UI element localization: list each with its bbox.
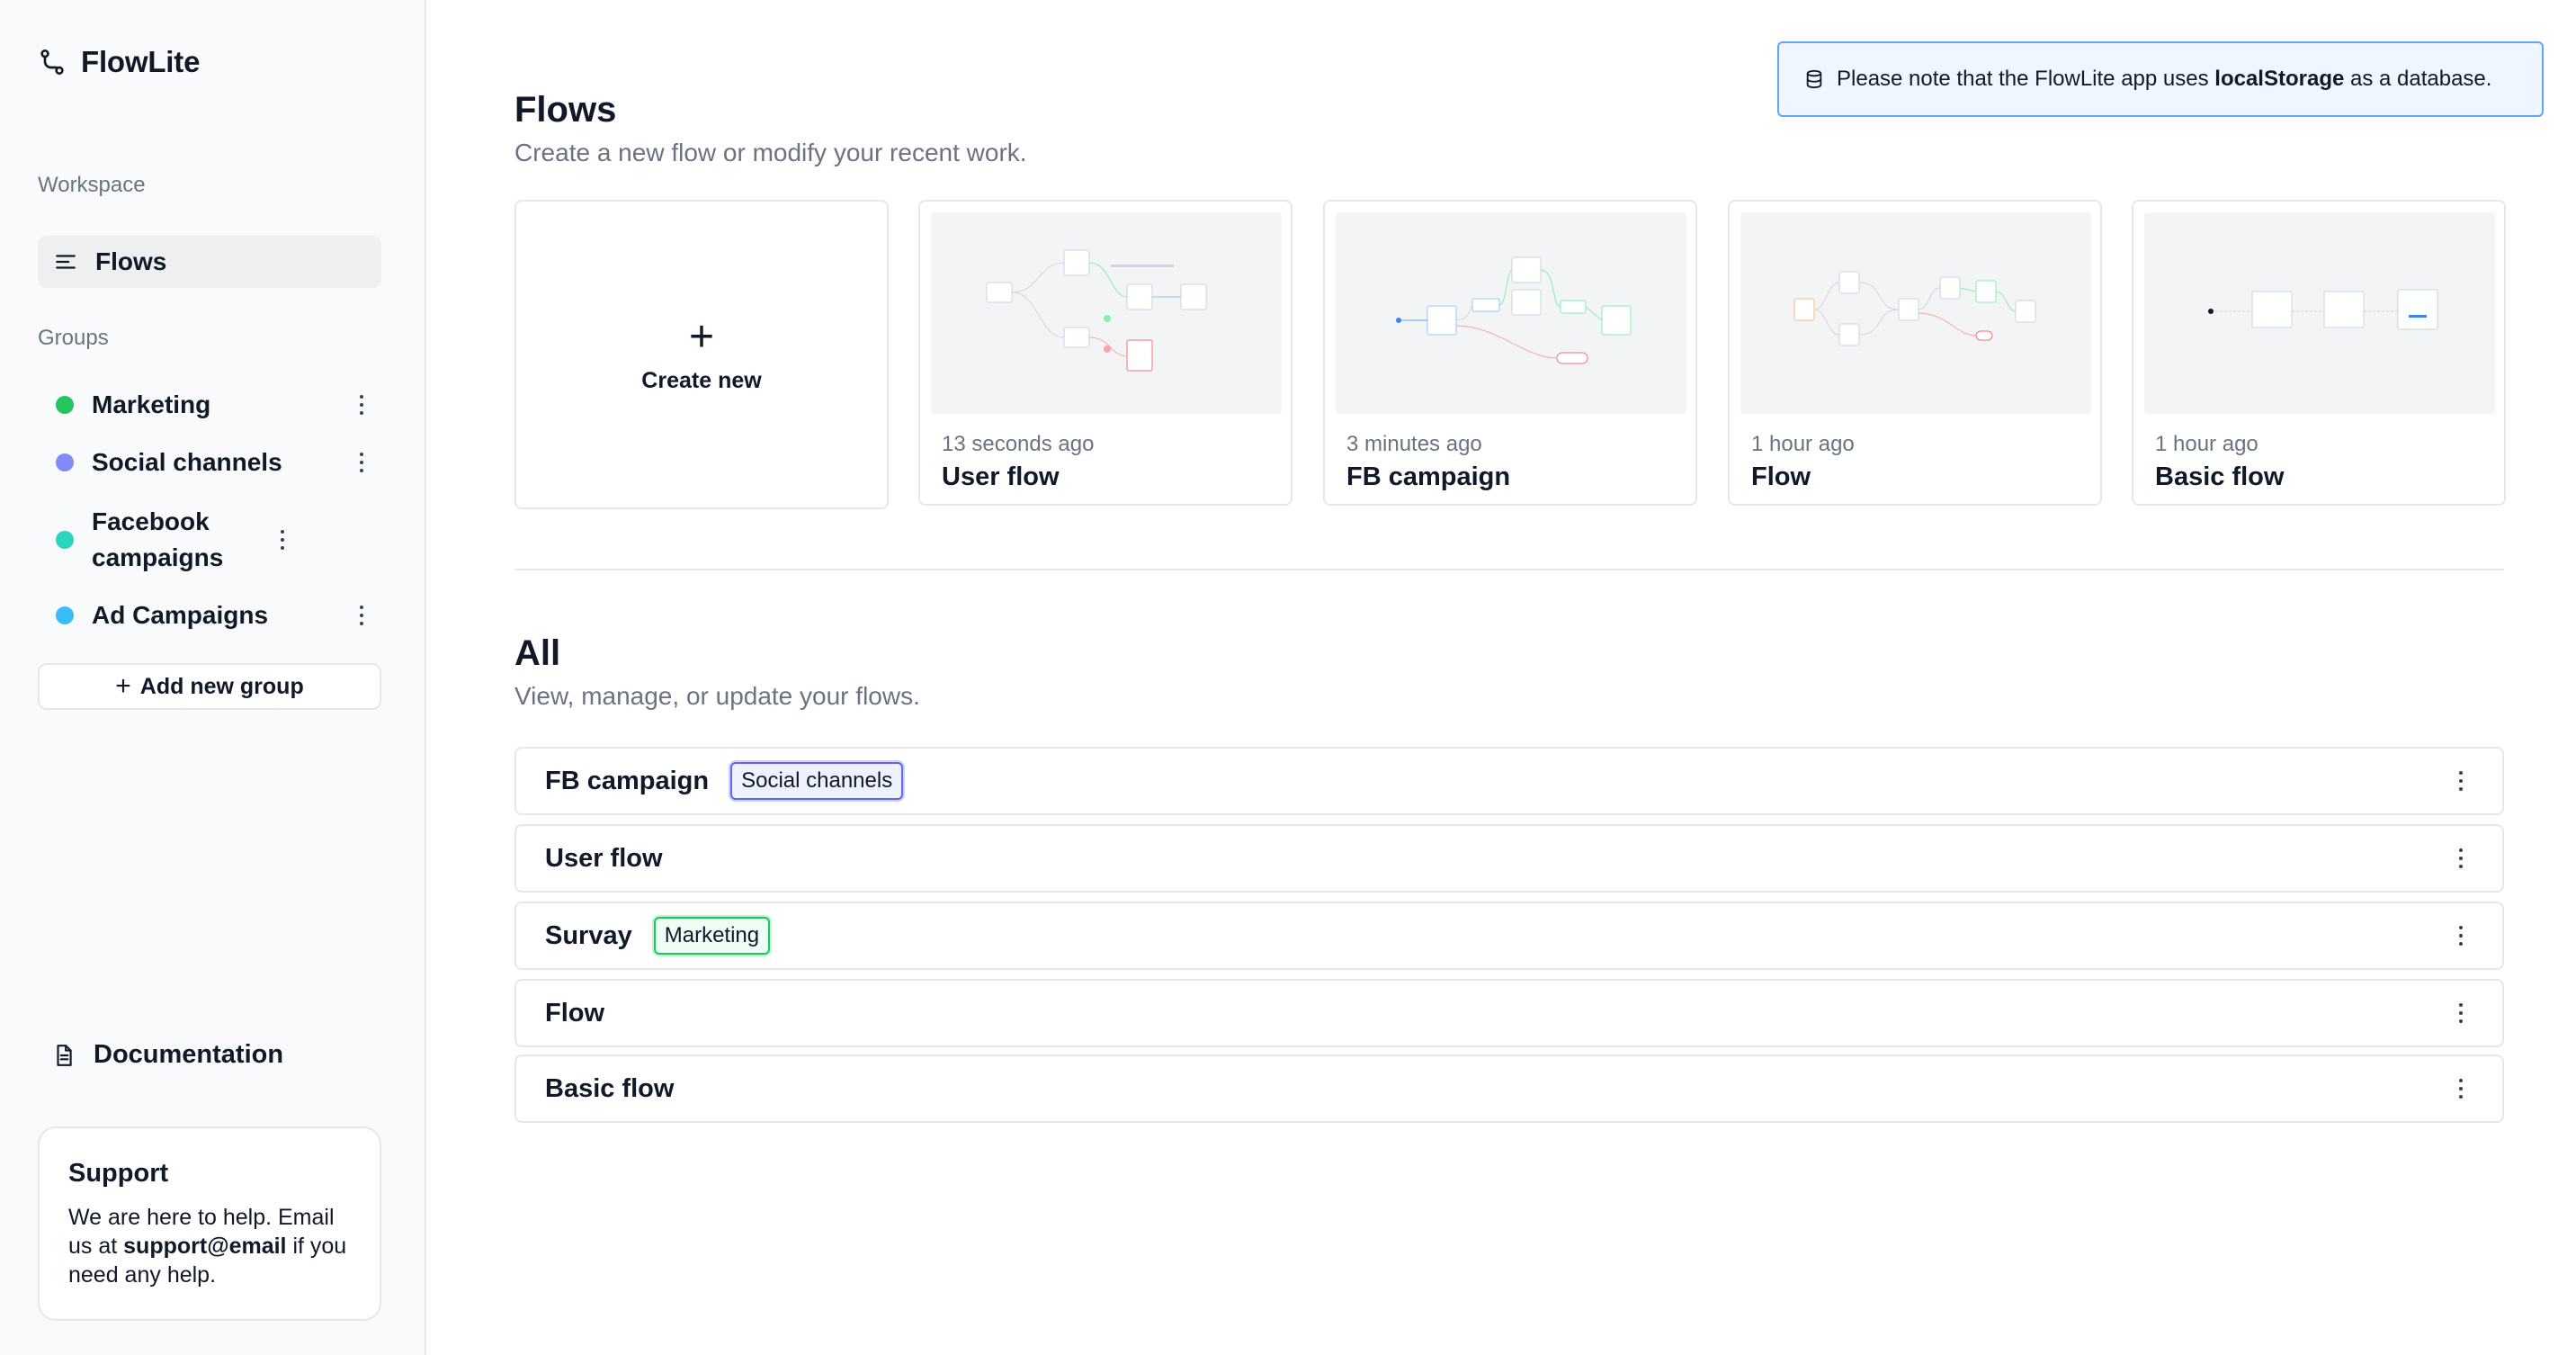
flow-preview (931, 212, 1282, 414)
all-subtitle: View, manage, or update your flows. (514, 682, 920, 710)
flow-preview (1740, 212, 2091, 414)
flow-row-name: Basic flow (545, 1073, 675, 1103)
flow-row-name: Survay (545, 920, 632, 950)
workspace-label: Workspace (38, 173, 146, 197)
flow-card-title: Flow (1751, 462, 1811, 491)
all-heading: All (514, 633, 561, 673)
flows-heading: Flows (514, 90, 617, 130)
flow-card-fb-campaign[interactable]: 3 minutes ago FB campaign (1323, 200, 1697, 506)
flow-card-title: Basic flow (2155, 462, 2285, 491)
plus-icon: + (688, 312, 715, 361)
flow-card-time: 13 seconds ago (942, 432, 1095, 456)
flow-card-time: 3 minutes ago (1346, 432, 1482, 456)
more-options-icon[interactable] (2450, 999, 2472, 1027)
flow-row-name: User flow (545, 843, 663, 873)
flow-row-user-flow[interactable]: User flow (514, 824, 2504, 893)
group-tag: Marketing (653, 917, 771, 955)
group-tag: Social channels (730, 762, 904, 800)
flow-row-basic-flow[interactable]: Basic flow (514, 1054, 2504, 1123)
flows-subtitle: Create a new flow or modify your recent … (514, 139, 1027, 166)
group-label: Ad Campaigns (92, 601, 269, 629)
group-label: Marketing (92, 390, 211, 418)
section-divider (514, 569, 2504, 570)
flow-row-name: FB campaign (545, 766, 710, 795)
flow-preview (2144, 212, 2495, 414)
more-options-icon[interactable] (2450, 844, 2472, 873)
flow-card-user-flow[interactable]: 13 seconds ago User flow (918, 200, 1292, 506)
group-color-dot (56, 453, 74, 471)
add-group-label: Add new group (139, 673, 304, 699)
group-item-ad-campaigns[interactable]: Ad Campaigns (38, 597, 381, 633)
groups-label: Groups (38, 326, 109, 350)
brand[interactable]: FlowLite (38, 45, 200, 79)
plus-icon: + (115, 671, 131, 701)
add-group-button[interactable]: + Add new group (38, 663, 381, 710)
database-icon (1806, 69, 1822, 89)
group-label: Social channels (92, 448, 282, 476)
sidebar-item-flows[interactable]: Flows (38, 236, 381, 288)
list-icon (56, 255, 76, 269)
support-card: Support We are here to help. Email us at… (38, 1126, 381, 1321)
support-title: Support (68, 1159, 169, 1188)
group-item-marketing[interactable]: Marketing (38, 387, 381, 423)
flow-card-title: User flow (942, 462, 1060, 491)
group-label: Facebook campaigns (92, 507, 224, 571)
flow-row-fb-campaign[interactable]: FB campaign Social channels (514, 747, 2504, 815)
sidebar-item-label: Flows (95, 247, 167, 275)
create-new-flow-button[interactable]: + Create new (514, 200, 889, 509)
group-color-dot (56, 531, 74, 549)
flow-row-name: Flow (545, 998, 605, 1027)
group-color-dot (56, 396, 74, 414)
flow-row-flow[interactable]: Flow (514, 979, 2504, 1047)
notice-text: Please note that the FlowLite app uses l… (1837, 67, 2492, 91)
more-options-icon[interactable] (351, 601, 372, 630)
flow-card-flow[interactable]: 1 hour ago Flow (1728, 200, 2102, 506)
flow-preview (1336, 212, 1686, 414)
flow-card-time: 1 hour ago (2155, 432, 2258, 456)
flow-card-basic-flow[interactable]: 1 hour ago Basic flow (2132, 200, 2506, 506)
flow-card-time: 1 hour ago (1751, 432, 1855, 456)
document-icon (57, 1044, 72, 1066)
storage-notice: Please note that the FlowLite app uses l… (1777, 41, 2544, 117)
more-options-icon[interactable] (2450, 1074, 2472, 1103)
flow-row-survay[interactable]: Survay Marketing (514, 902, 2504, 970)
more-options-icon[interactable] (2450, 921, 2472, 950)
flow-logo-icon (40, 49, 64, 75)
more-options-icon[interactable] (351, 448, 372, 477)
group-item-facebook-campaigns[interactable]: Facebook campaigns (38, 504, 381, 576)
group-item-social-channels[interactable]: Social channels (38, 444, 381, 480)
more-options-icon[interactable] (272, 525, 293, 554)
create-new-label: Create new (641, 367, 762, 393)
support-email[interactable]: support@email (123, 1234, 286, 1259)
flow-card-title: FB campaign (1346, 462, 1511, 491)
sidebar: FlowLite Workspace Flows Groups Marketin… (0, 0, 426, 1355)
more-options-icon[interactable] (2450, 767, 2472, 795)
app-name: FlowLite (81, 45, 201, 78)
documentation-label: Documentation (94, 1040, 284, 1069)
more-options-icon[interactable] (351, 390, 372, 419)
group-color-dot (56, 606, 74, 624)
documentation-link[interactable]: Documentation (52, 1040, 283, 1070)
support-text: We are here to help. Email us at support… (68, 1205, 347, 1288)
